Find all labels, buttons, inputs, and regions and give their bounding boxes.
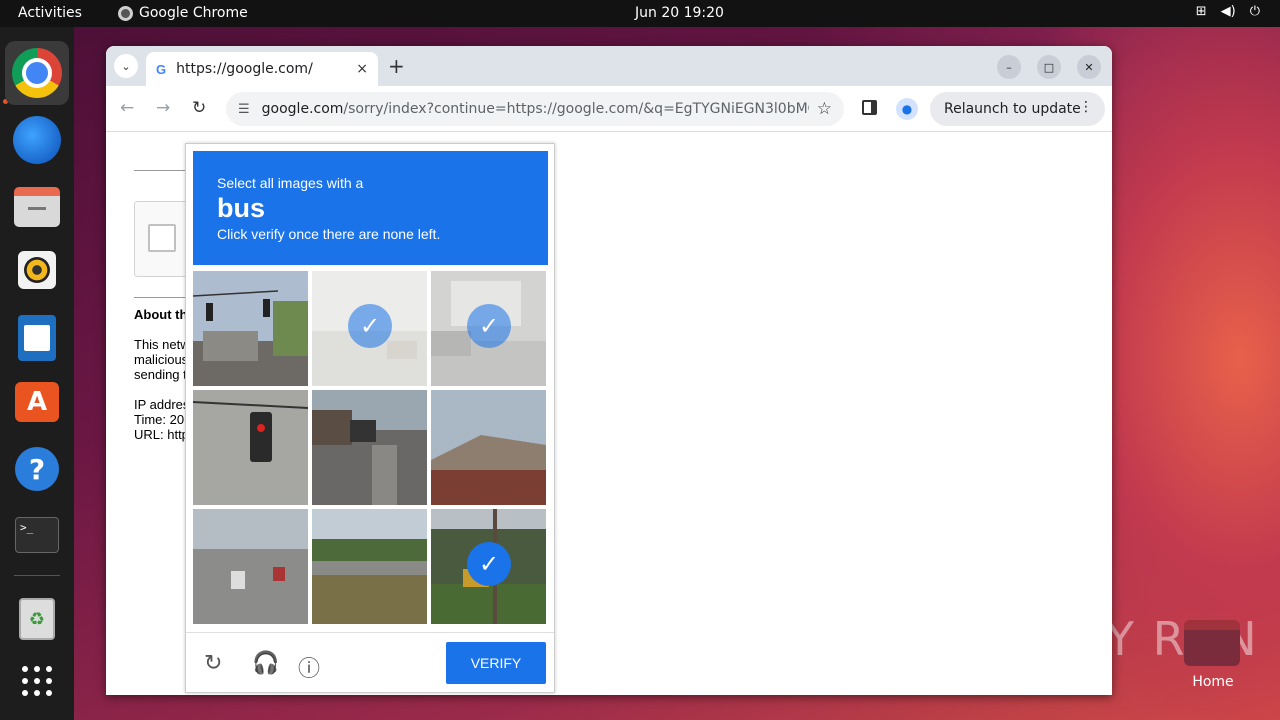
help-icon: ? [15, 447, 59, 491]
app-center-icon: A [15, 382, 59, 422]
home-desktop-icon[interactable]: Home [1184, 620, 1242, 690]
captcha-tile[interactable] [193, 390, 308, 505]
captcha-tile-selected[interactable]: ✓ [431, 509, 546, 624]
writer-icon [18, 315, 56, 361]
forward-arrow-icon[interactable]: → [156, 98, 170, 118]
captcha-tile[interactable] [312, 390, 427, 505]
dock-writer[interactable] [5, 306, 69, 370]
audio-challenge-icon[interactable]: 🎧 [252, 651, 279, 676]
back-arrow-icon[interactable]: ← [120, 98, 134, 118]
captcha-tile[interactable] [193, 271, 308, 386]
home-folder-icon [1184, 620, 1240, 666]
maximize-icon: □ [1043, 60, 1055, 74]
thunderbird-icon [13, 116, 61, 164]
captcha-footer: ↻ 🎧 ⓘ VERIFY [186, 632, 554, 692]
url-text: google.com/sorry/index?continue=https://… [262, 101, 809, 117]
rhythmbox-icon [18, 251, 56, 289]
verify-button[interactable]: VERIFY [446, 642, 546, 684]
captcha-keyword: bus [217, 193, 266, 223]
captcha-challenge: Select all images with a bus Click verif… [185, 143, 555, 693]
profile-avatar-icon[interactable]: ● [896, 98, 918, 120]
captcha-tile-selected[interactable]: ✓ [431, 271, 546, 386]
maximize-button[interactable]: □ [1037, 55, 1061, 79]
dock-help[interactable]: ? [5, 437, 69, 501]
relaunch-label: Relaunch to update [944, 101, 1081, 117]
info-icon[interactable]: ⓘ [298, 651, 320, 683]
show-apps-icon [22, 666, 52, 696]
system-tray[interactable]: ⊞ ◀) ⏻ [1196, 4, 1260, 19]
dock-thunderbird[interactable] [5, 108, 69, 172]
captcha-header: Select all images with a bus Click verif… [193, 151, 548, 265]
close-icon: ✕ [1084, 60, 1094, 74]
trash-icon: ♻ [19, 598, 55, 640]
dock-terminal[interactable]: >_ [5, 503, 69, 567]
tab-title: https://google.com/ [176, 61, 313, 77]
url-path: /sorry/index?continue=https://google.com… [343, 101, 809, 117]
clock[interactable]: Jun 20 19:20 [635, 5, 724, 21]
chrome-small-icon [118, 5, 133, 21]
reload-icon[interactable]: ↻ [192, 98, 206, 118]
toolbar: ← → ↻ ☰ google.com/sorry/index?continue=… [106, 86, 1112, 132]
captcha-tile[interactable] [193, 509, 308, 624]
bookmark-star-icon[interactable]: ☆ [817, 99, 832, 119]
checkmark-icon: ✓ [348, 304, 392, 348]
traffic-light-street-image [193, 271, 308, 386]
captcha-subinstruction: Click verify once there are none left. [217, 226, 441, 242]
files-icon [14, 187, 60, 227]
network-icon: ⊞ [1195, 4, 1207, 19]
captcha-tile[interactable] [431, 390, 546, 505]
checkmark-icon: ✓ [467, 542, 511, 586]
reload-challenge-icon[interactable]: ↻ [204, 651, 222, 676]
address-bar[interactable]: ☰ google.com/sorry/index?continue=https:… [226, 92, 844, 126]
recaptcha-checkbox[interactable] [148, 224, 176, 252]
tab-google[interactable]: G https://google.com/ × [146, 52, 378, 86]
highway-cars-image [193, 509, 308, 624]
top-bar: Activities Google Chrome Jun 20 19:20 ⊞ … [0, 0, 1280, 27]
close-window-button[interactable]: ✕ [1077, 55, 1101, 79]
activities-button[interactable]: Activities [18, 5, 82, 21]
new-tab-button[interactable]: + [388, 54, 405, 78]
minimize-button[interactable]: – [997, 55, 1021, 79]
grass-road-image [312, 509, 427, 624]
captcha-grid: ✓ ✓ ✓ [193, 271, 548, 626]
chevron-down-icon: ⌄ [121, 59, 131, 73]
terminal-icon: >_ [15, 517, 59, 553]
google-favicon-icon: G [156, 61, 167, 77]
dock-chrome[interactable] [5, 41, 69, 105]
volume-icon: ◀) [1220, 4, 1236, 19]
more-menu-icon[interactable]: ⋮ [1079, 99, 1093, 115]
app-name-label: Google Chrome [139, 5, 248, 21]
tab-strip: ⌄ G https://google.com/ × + – □ ✕ [106, 46, 1112, 86]
dock-files[interactable] [5, 175, 69, 239]
site-info-icon[interactable]: ☰ [238, 102, 250, 117]
dock-rhythmbox[interactable] [5, 238, 69, 302]
checkmark-icon: ✓ [467, 304, 511, 348]
home-label: Home [1192, 674, 1234, 690]
chrome-icon [12, 48, 62, 98]
house-roof-image [431, 390, 546, 505]
captcha-tile-selected[interactable]: ✓ [312, 271, 427, 386]
minimize-icon: – [1006, 60, 1012, 74]
street-with-cars-image [312, 390, 427, 505]
dock: A ? >_ ♻ [0, 27, 74, 720]
side-panel-icon[interactable] [862, 100, 877, 115]
dock-trash[interactable]: ♻ [5, 587, 69, 651]
traffic-light-closeup-image [193, 390, 308, 505]
relaunch-button[interactable]: Relaunch to update ⋮ [930, 92, 1105, 126]
app-menu[interactable]: Google Chrome [118, 5, 248, 21]
power-icon: ⏻ [1249, 4, 1260, 19]
dock-app-center[interactable]: A [5, 370, 69, 434]
tab-search-button[interactable]: ⌄ [114, 54, 138, 78]
url-domain: google.com [261, 101, 344, 117]
captcha-tile[interactable] [312, 509, 427, 624]
tab-close-icon[interactable]: × [356, 61, 368, 77]
dock-separator [14, 575, 60, 576]
captcha-instruction: Select all images with a [217, 175, 364, 191]
about-heading: About th [134, 307, 188, 322]
show-apps-button[interactable] [5, 649, 69, 713]
